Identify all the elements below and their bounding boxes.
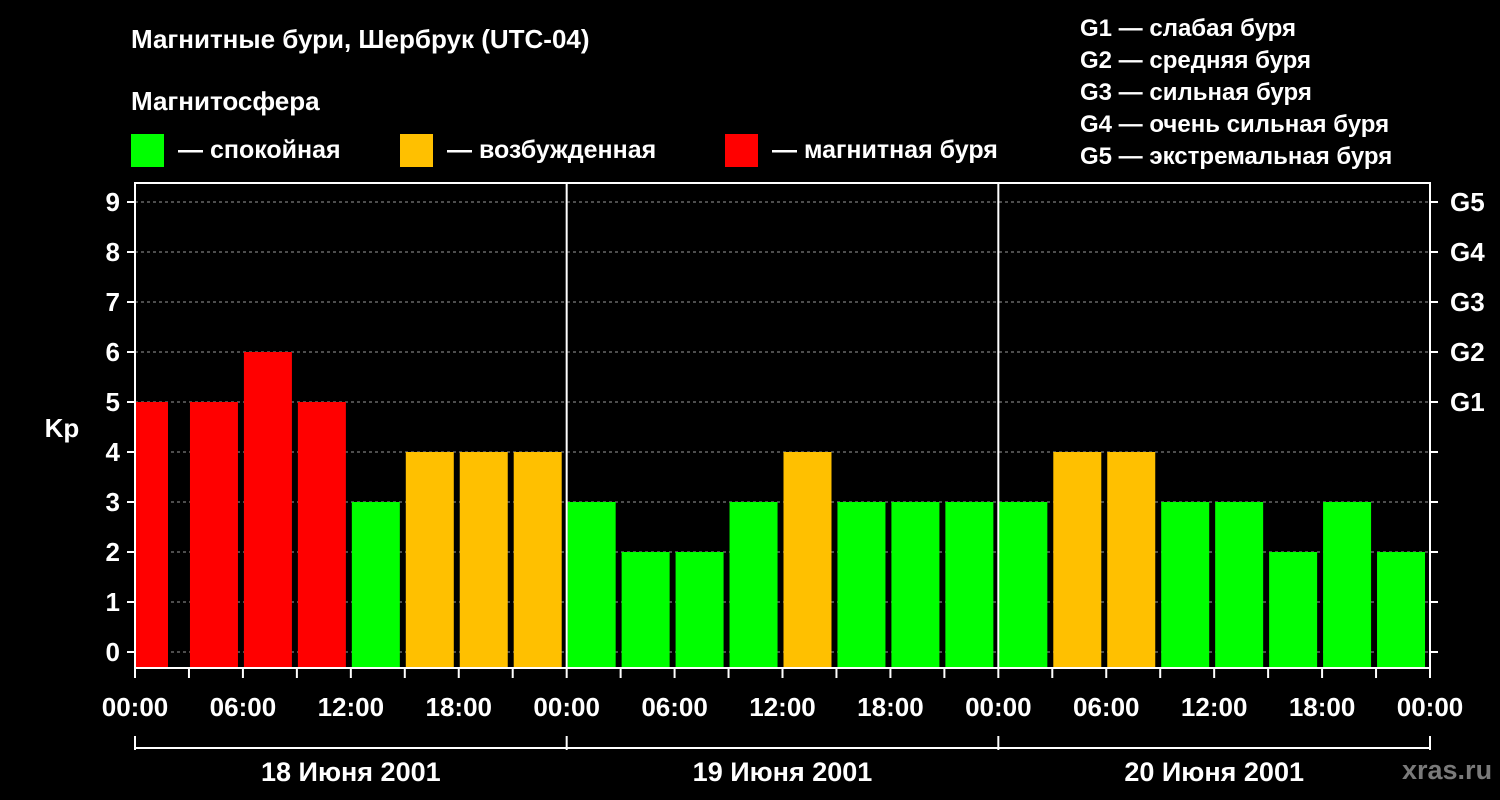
x-tick-label: 00:00 (533, 692, 600, 722)
g-scale-label: G2 (1450, 337, 1485, 367)
x-tick-label: 12:00 (318, 692, 385, 722)
kp-bar (729, 502, 778, 668)
kp-bar (513, 452, 562, 668)
y-tick-label: 7 (106, 287, 120, 317)
day-label: 18 Июня 2001 (261, 757, 441, 787)
y-tick-label: 4 (106, 437, 121, 467)
kp-bar (136, 402, 168, 668)
x-tick-label: 06:00 (641, 692, 708, 722)
y-tick-label: 8 (106, 237, 120, 267)
kp-bar (1107, 452, 1156, 668)
y-tick-label: 5 (106, 387, 120, 417)
kp-bar (1215, 502, 1264, 668)
kp-bar (297, 402, 346, 668)
g-scale-label: G4 (1450, 237, 1485, 267)
kp-bar (189, 402, 238, 668)
watermark: xras.ru (1402, 755, 1493, 785)
y-tick-label: 1 (106, 587, 120, 617)
y-tick-label: 3 (106, 487, 120, 517)
kp-bar (891, 502, 940, 668)
kp-bar (675, 552, 724, 668)
kp-bar (945, 502, 994, 668)
y-tick-label: 0 (106, 637, 120, 667)
kp-bar-chart: 0 1 2 3 4 5 6 7 8 9 Kp G1 G2 G3 G4 G5 00:00 06:00 12:00 18:… (45, 182, 1485, 787)
x-tick-label: 00:00 (102, 692, 169, 722)
kp-bar (243, 352, 292, 668)
x-tick-label: 06:00 (1073, 692, 1140, 722)
x-tick-label: 00:00 (965, 692, 1032, 722)
kp-bar (1161, 502, 1210, 668)
y-tick-label: 6 (106, 337, 120, 367)
kp-bar (1377, 552, 1426, 668)
kp-bar (1053, 452, 1102, 668)
day-label: 19 Июня 2001 (693, 757, 873, 787)
kp-bar (837, 502, 886, 668)
kp-bar (999, 502, 1048, 668)
y-tick-label: 2 (106, 537, 120, 567)
kp-bar (783, 452, 832, 668)
x-tick-label: 18:00 (857, 692, 924, 722)
kp-bar (1269, 552, 1318, 668)
y-axis-label: Kp (45, 413, 80, 443)
x-tick-label: 12:00 (749, 692, 816, 722)
kp-bar (1323, 502, 1372, 668)
kp-bar (405, 452, 454, 668)
x-tick-label: 06:00 (210, 692, 277, 722)
day-label: 20 Июня 2001 (1124, 757, 1304, 787)
y-tick-label: 9 (106, 187, 120, 217)
x-tick-label: 18:00 (426, 692, 493, 722)
kp-bar (459, 452, 508, 668)
g-scale-label: G5 (1450, 187, 1485, 217)
g-scale-label: G1 (1450, 387, 1485, 417)
kp-bar (351, 502, 400, 668)
x-tick-label: 12:00 (1181, 692, 1248, 722)
x-tick-label: 18:00 (1289, 692, 1356, 722)
kp-bar (567, 502, 616, 668)
x-tick-label: 00:00 (1397, 692, 1464, 722)
kp-bar (621, 552, 670, 668)
g-scale-label: G3 (1450, 287, 1485, 317)
